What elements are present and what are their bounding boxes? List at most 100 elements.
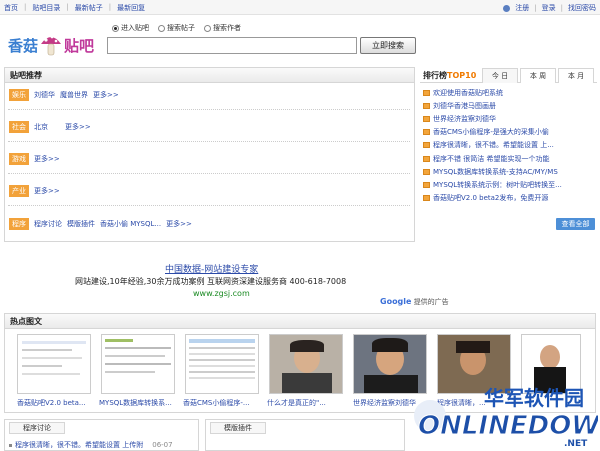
rank-item[interactable]: 欢迎使用香菇贴吧系统 xyxy=(423,86,599,99)
thumbnail-screenshot[interactable] xyxy=(17,334,91,394)
tab-week[interactable]: 本 周 xyxy=(520,68,556,83)
search-option-enter-bar[interactable]: 进入贴吧 xyxy=(112,23,149,33)
more-link[interactable]: 更多>> xyxy=(34,154,60,164)
bar-link[interactable]: 刘德华 xyxy=(34,90,55,100)
google-ads-label[interactable]: Google 提供的广告 xyxy=(380,297,449,307)
rank-item[interactable]: 刘德华香港马图画册 xyxy=(423,99,599,112)
nav-latest-replies-link[interactable]: 最新回复 xyxy=(117,3,145,13)
bullet-icon xyxy=(9,443,12,447)
thumbnail-caption[interactable]: 香菇贴吧V2.0 beta... xyxy=(17,398,97,408)
search-option-posts[interactable]: 搜索帖子 xyxy=(158,23,195,33)
rank-title: 排行榜TOP10 xyxy=(423,71,477,80)
rank-item[interactable]: 世界经济监察刘德华 xyxy=(423,112,599,125)
onlinedown-watermark-logo: 华军软件园 ONLINEDOWN .NET xyxy=(414,386,598,449)
post-icon xyxy=(423,181,430,188)
category-tag[interactable]: 程序 xyxy=(9,218,29,230)
search-type-options: 进入贴吧 搜索帖子 搜索作者 xyxy=(112,23,241,33)
post-icon xyxy=(423,89,430,96)
post-icon xyxy=(423,168,430,175)
search-input[interactable] xyxy=(107,37,357,54)
top-nav: 首页 | 贴吧目录 | 最新帖子 | 最新回复 xyxy=(4,3,146,13)
radio-icon[interactable] xyxy=(158,24,165,32)
category-tag[interactable]: 游戏 xyxy=(9,153,29,165)
template-plugin-panel: 模版插件 xyxy=(205,419,405,451)
svg-text:.NET: .NET xyxy=(564,439,588,449)
post-icon xyxy=(423,195,430,202)
thumbnail-screenshot[interactable] xyxy=(101,334,175,394)
recommend-row: 产业 更多>> xyxy=(9,185,60,197)
ad-url-link[interactable]: www.zgsj.com xyxy=(193,289,250,298)
user-icon xyxy=(503,4,511,12)
divider xyxy=(8,205,410,206)
radio-selected-icon[interactable] xyxy=(112,24,119,32)
thumbnail-caption[interactable]: 什么才是真正的"... xyxy=(267,398,347,408)
recommend-row: 程序 程序讨论 模版插件 香菇小偷 MYSQL... 更多>> xyxy=(9,218,192,230)
rank-item[interactable]: MYSQL转换系统示例：树叶贴吧转换至... xyxy=(423,178,599,191)
bar-link[interactable]: 魔兽世界 xyxy=(60,90,88,100)
nav-latest-posts-link[interactable]: 最新帖子 xyxy=(75,3,103,13)
list-item[interactable]: 程序很清晰，很不错。希望能设置 上传附 06-07 xyxy=(9,440,173,450)
user-links: 注册 | 登录 | 找回密码 xyxy=(503,3,596,13)
more-link[interactable]: 更多>> xyxy=(65,122,91,132)
program-discussion-panel: 程序讨论 程序很清晰，很不错。希望能设置 上传附 06-07 xyxy=(4,419,199,451)
tab-template-plugin[interactable]: 模版插件 xyxy=(210,422,266,434)
tab-today[interactable]: 今 日 xyxy=(482,68,518,83)
ad-title-link[interactable]: 中国数据-网站建设专家 xyxy=(165,262,258,275)
rank-list: 欢迎使用香菇贴吧系统 刘德华香港马图画册 世界经济监察刘德华 香菇CMS小偷程序… xyxy=(423,86,599,205)
recover-password-link[interactable]: 找回密码 xyxy=(568,3,596,13)
register-link[interactable]: 注册 xyxy=(515,3,529,13)
bar-link[interactable]: 香菇小偷 MYSQL... xyxy=(100,219,161,229)
recommend-row: 游戏 更多>> xyxy=(9,153,60,165)
post-link[interactable]: 程序很清晰，很不错。希望能设置 上传附 xyxy=(15,440,143,450)
nav-directory-link[interactable]: 贴吧目录 xyxy=(32,3,60,13)
svg-text:华军软件园: 华军软件园 xyxy=(484,386,584,410)
tab-program-discussion[interactable]: 程序讨论 xyxy=(9,422,65,434)
rank-item[interactable]: 程序不错 很简洁 希望能实现一个功能 xyxy=(423,152,599,165)
more-link[interactable]: 更多>> xyxy=(166,219,192,229)
ad-text: 网站建设,10年经验,30余万成功案例 互联网资深建设服务商 400-618-7… xyxy=(75,277,347,286)
recommend-row: 社会 北京 更多>> xyxy=(9,121,91,133)
post-icon xyxy=(423,102,430,109)
search-button[interactable]: 立即搜索 xyxy=(360,37,416,54)
post-icon xyxy=(423,155,430,162)
site-logo[interactable]: 香菇 贴吧 xyxy=(8,32,94,58)
post-icon xyxy=(423,142,430,149)
nav-home-link[interactable]: 首页 xyxy=(4,3,18,13)
login-link[interactable]: 登录 xyxy=(542,3,556,13)
more-link[interactable]: 更多>> xyxy=(34,186,60,196)
recommend-title: 贴吧推荐 xyxy=(5,68,414,83)
thumbnail-caption[interactable]: 香菇CMS小偷程序-... xyxy=(183,398,263,408)
thumbnail-caption[interactable]: MYSQL数据库转换系... xyxy=(99,398,179,408)
mushroom-logo-icon xyxy=(41,35,62,56)
rank-item[interactable]: 香菇贴吧V2.0 beta2发布，免费开源 xyxy=(423,192,599,205)
post-icon xyxy=(423,115,430,122)
recommend-row: 娱乐 刘德华 魔兽世界 更多>> xyxy=(9,89,119,101)
post-date: 06-07 xyxy=(152,441,173,449)
search-option-author[interactable]: 搜索作者 xyxy=(204,23,241,33)
rank-header: 排行榜TOP10 今 日 本 周 本 月 xyxy=(420,67,597,83)
svg-text:ONLINEDOWN: ONLINEDOWN xyxy=(418,411,598,441)
rank-item[interactable]: 程序很清晰，很不错。希望能设置 上... xyxy=(423,139,599,152)
more-link[interactable]: 更多>> xyxy=(93,90,119,100)
divider xyxy=(8,173,410,174)
category-tag[interactable]: 产业 xyxy=(9,185,29,197)
bar-link[interactable]: 北京 xyxy=(34,122,48,132)
post-icon xyxy=(423,129,430,136)
logo-text-part2: 贴吧 xyxy=(64,36,95,55)
category-tag[interactable]: 娱乐 xyxy=(9,89,29,101)
divider xyxy=(8,141,410,142)
bar-link[interactable]: 模版插件 xyxy=(67,219,95,229)
top-bar: 首页 | 贴吧目录 | 最新帖子 | 最新回复 注册 | 登录 | 找回密码 xyxy=(0,0,600,15)
hot-images-title: 热点图文 xyxy=(5,314,595,329)
bar-link[interactable]: 程序讨论 xyxy=(34,219,62,229)
rank-item[interactable]: MYSQL数据库转换系统-支持AC/MY/MS xyxy=(423,165,599,178)
divider xyxy=(8,109,410,110)
logo-text-part1: 香菇 xyxy=(8,36,39,55)
tab-month[interactable]: 本 月 xyxy=(558,68,594,83)
radio-icon[interactable] xyxy=(204,24,211,32)
thumbnail-photo[interactable] xyxy=(269,334,343,394)
view-all-button[interactable]: 查看全部 xyxy=(556,218,595,230)
thumbnail-screenshot[interactable] xyxy=(185,334,259,394)
category-tag[interactable]: 社会 xyxy=(9,121,29,133)
rank-item[interactable]: 香菇CMS小偷程序-是强大的采集小偷 xyxy=(423,126,599,139)
